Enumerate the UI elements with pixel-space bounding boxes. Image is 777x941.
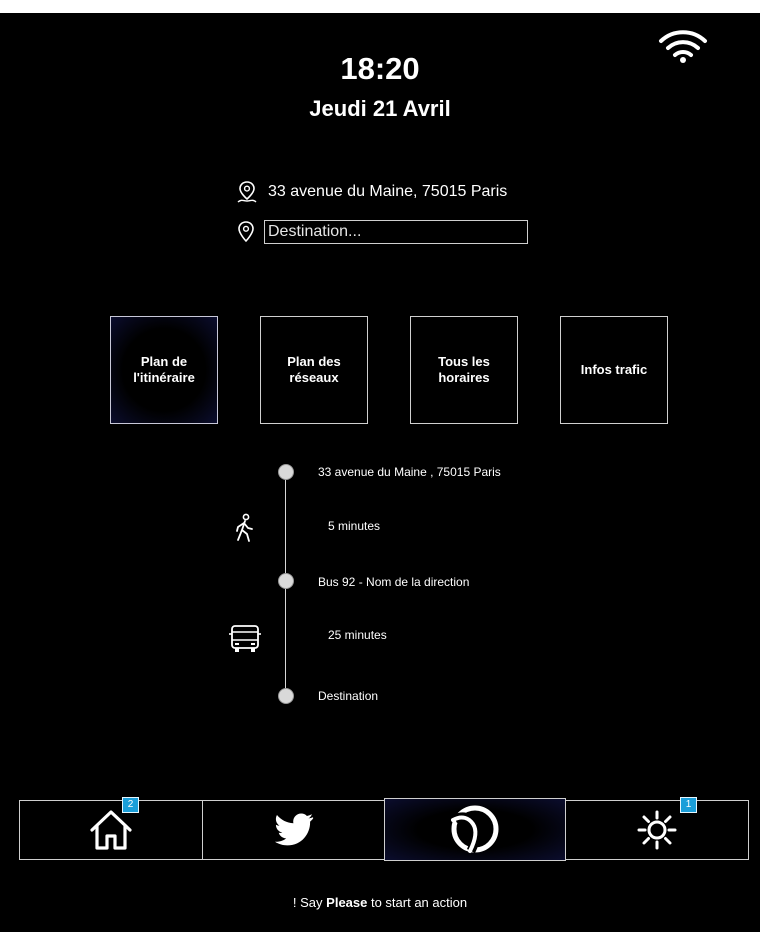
tile-route-plan-line1: Plan de: [140, 354, 188, 369]
nav-twitter-button[interactable]: [202, 800, 385, 860]
tile-timetables-line2: horaires: [438, 370, 490, 385]
tile-timetables[interactable]: Tous les horaires: [410, 316, 518, 424]
nav-home-button[interactable]: 2: [19, 797, 203, 860]
kiosk-screen: 18:20 Jeudi 21 Avril 33 avenue du Maine,…: [0, 13, 760, 932]
tile-traffic-info-line1: Infos trafic: [580, 362, 648, 377]
step-walk-duration: 5 minutes: [328, 519, 381, 533]
origin-row: 33 avenue du Maine, 75015 Paris: [236, 179, 507, 205]
tile-timetables-line1: Tous les: [438, 354, 490, 369]
hint-suffix: to start an action: [367, 895, 468, 910]
home-badge: 2: [122, 797, 139, 813]
home-icon: [90, 810, 132, 850]
bottom-nav: 2 1: [19, 797, 749, 861]
step-bus-label: Bus 92 - Nom de la direction: [318, 575, 470, 589]
clock-time: 18:20: [340, 51, 420, 86]
settings-badge: 1: [680, 797, 697, 813]
timeline-stop-bus: [278, 573, 294, 589]
timeline-stop-destination: [278, 688, 294, 704]
step-origin-label: 33 avenue du Maine , 75015 Paris: [318, 465, 501, 479]
tile-network-map-line2: réseaux: [289, 370, 339, 385]
tile-network-map-line1: Plan des: [287, 354, 341, 369]
sun-icon: [637, 810, 677, 850]
destination-pin-icon: [238, 221, 254, 243]
step-destination-label: Destination: [318, 689, 379, 703]
hint-prefix: ! Say: [292, 895, 327, 910]
tile-traffic-info[interactable]: Infos trafic: [560, 316, 668, 424]
twitter-icon: [274, 813, 313, 846]
origin-address: 33 avenue du Maine, 75015 Paris: [268, 183, 508, 200]
destination-row: [236, 219, 528, 245]
nav-ratp-button[interactable]: [384, 798, 566, 861]
bus-icon: [229, 625, 261, 652]
step-bus-duration: 25 minutes: [328, 628, 387, 642]
nav-settings-button[interactable]: 1: [565, 797, 749, 860]
ratp-logo-icon: [451, 805, 499, 853]
timeline-stop-start: [278, 464, 294, 480]
origin-location-icon: [237, 181, 257, 203]
tile-network-map[interactable]: Plan des réseaux: [260, 316, 368, 424]
current-date: Jeudi 21 Avril: [309, 96, 451, 121]
tile-route-plan-line2: l'itinéraire: [133, 370, 195, 385]
hint-keyword: Please: [326, 895, 368, 910]
destination-input[interactable]: [264, 220, 528, 244]
walk-icon: [236, 513, 253, 542]
tile-route-plan[interactable]: Plan de l'itinéraire: [110, 316, 218, 424]
voice-hint: ! Say Please to start an action: [0, 895, 760, 910]
